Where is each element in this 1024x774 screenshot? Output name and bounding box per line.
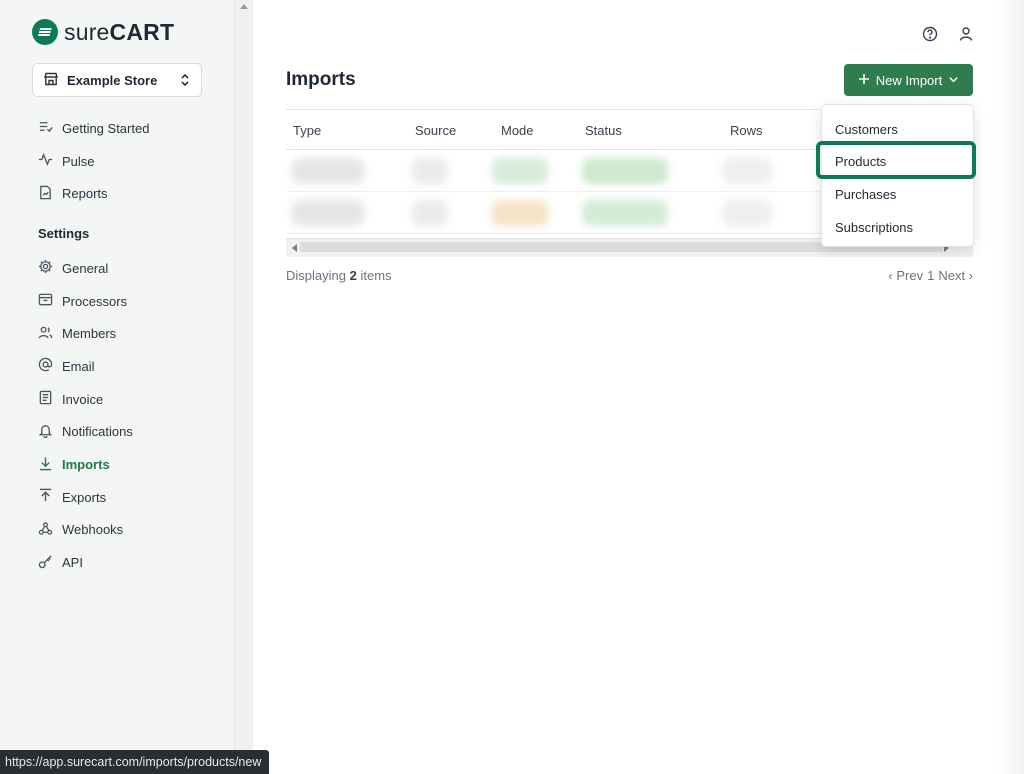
settings-heading: Settings (38, 225, 90, 241)
new-import-button[interactable]: New Import (844, 64, 973, 96)
top-toolbar (922, 26, 974, 47)
surecart-logo-icon (32, 19, 58, 45)
plus-icon (858, 73, 870, 88)
webhook-icon (38, 521, 53, 539)
activity-icon (38, 152, 53, 170)
scroll-left-arrow-icon[interactable] (292, 244, 297, 252)
displaying-count: Displaying 2 items (286, 268, 392, 283)
pagination: ‹ Prev 1 Next › (888, 268, 973, 283)
inbox-icon (38, 292, 53, 310)
sidebar-item-pulse[interactable]: Pulse (38, 145, 228, 178)
scroll-up-arrow-icon[interactable] (240, 4, 248, 9)
sidebar-item-api[interactable]: API (38, 546, 228, 579)
menu-item-customers[interactable]: Customers (835, 122, 898, 137)
upload-arrow-icon (38, 488, 53, 506)
sidebar-nav: Getting Started Pulse Reports Settings G… (38, 112, 228, 579)
products-highlight-outline (816, 141, 976, 179)
sidebar-item-reports[interactable]: Reports (38, 177, 228, 210)
gear-icon (38, 259, 53, 277)
bell-icon (38, 423, 53, 441)
sidebar-item-imports[interactable]: Imports (38, 448, 228, 481)
file-text-icon (38, 390, 53, 408)
at-sign-icon (38, 357, 53, 375)
column-type[interactable]: Type (293, 123, 321, 138)
menu-item-purchases[interactable]: Purchases (835, 187, 896, 202)
sidebar-item-general[interactable]: General (38, 252, 228, 285)
sidebar-item-email[interactable]: Email (38, 350, 228, 383)
column-status[interactable]: Status (585, 123, 622, 138)
column-source[interactable]: Source (415, 123, 456, 138)
main-content: Imports New Import Type Source Mode Stat… (253, 0, 1024, 774)
store-selector[interactable]: Example Store (32, 63, 202, 97)
page-title: Imports (286, 69, 356, 90)
column-rows[interactable]: Rows (730, 123, 763, 138)
store-name: Example Store (67, 72, 158, 88)
download-arrow-icon (38, 456, 53, 474)
surecart-logo[interactable]: sureCART (32, 18, 174, 46)
chevron-down-icon (948, 73, 959, 88)
right-edge-shadow (996, 0, 1024, 774)
next-page-link[interactable]: Next › (938, 268, 973, 283)
sidebar: sureCART Example Store Getting Started P… (0, 0, 234, 774)
user-account-icon[interactable] (958, 26, 974, 47)
sidebar-item-invoice[interactable]: Invoice (38, 383, 228, 416)
column-mode[interactable]: Mode (501, 123, 534, 138)
sidebar-item-webhooks[interactable]: Webhooks (38, 514, 228, 547)
link-status-bar: https://app.surecart.com/imports/product… (0, 750, 270, 774)
users-icon (38, 325, 53, 343)
current-page: 1 (927, 268, 935, 283)
sidebar-item-exports[interactable]: Exports (38, 481, 228, 514)
storefront-icon (43, 71, 59, 90)
sidebar-item-processors[interactable]: Processors (38, 285, 228, 318)
sidebar-item-notifications[interactable]: Notifications (38, 416, 228, 449)
list-check-icon (38, 119, 53, 137)
menu-item-subscriptions[interactable]: Subscriptions (835, 220, 913, 235)
sidebar-scrollbar[interactable] (234, 0, 253, 774)
new-import-label: New Import (875, 72, 943, 88)
prev-page-link[interactable]: ‹ Prev (888, 268, 923, 283)
report-file-icon (38, 185, 53, 203)
sidebar-item-members[interactable]: Members (38, 317, 228, 350)
sidebar-item-getting-started[interactable]: Getting Started (38, 112, 228, 145)
help-icon[interactable] (922, 26, 938, 47)
key-icon (38, 554, 53, 572)
chevron-updown-icon (179, 73, 191, 87)
brand-name: sureCART (64, 18, 175, 45)
